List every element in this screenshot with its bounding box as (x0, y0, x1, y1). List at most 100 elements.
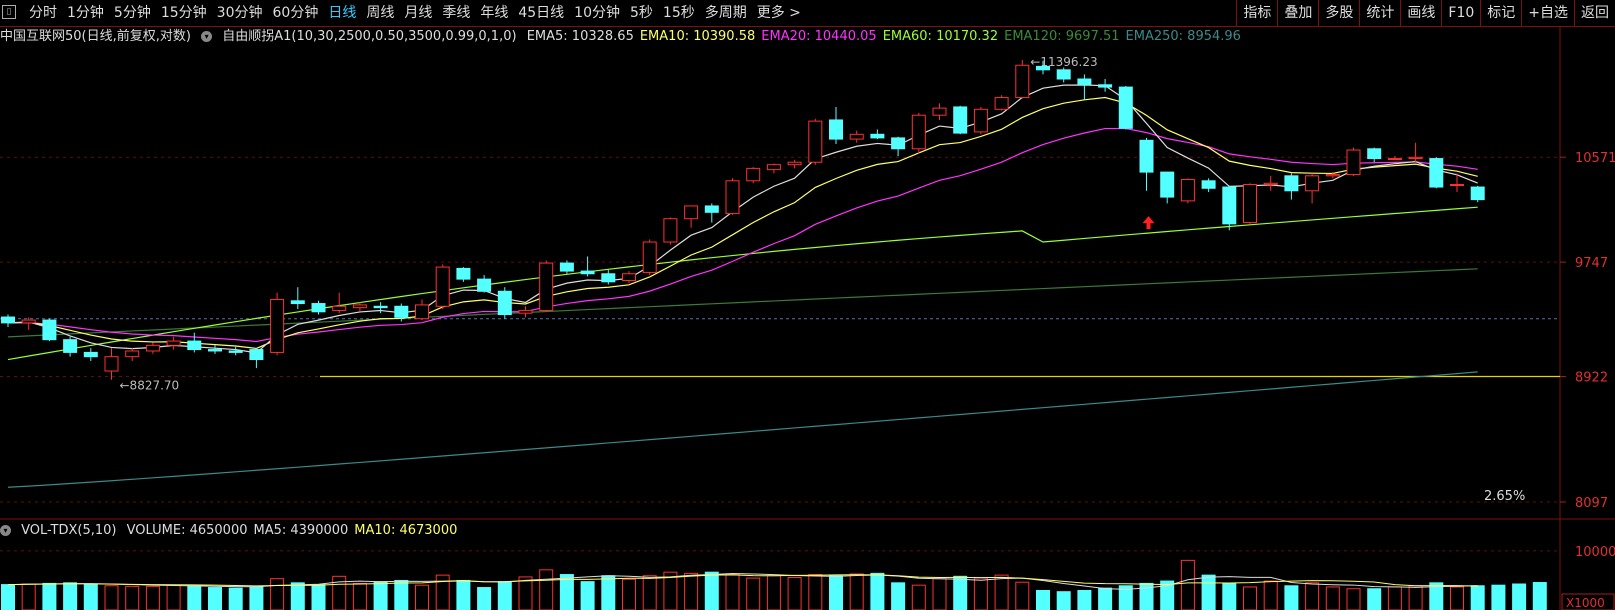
volume-bar (1263, 580, 1278, 610)
candle-body (1015, 64, 1030, 99)
candle-body (1387, 158, 1402, 161)
ema120-line (7, 268, 1478, 338)
volume-bar (1387, 586, 1402, 610)
candle-body (559, 262, 574, 272)
volume-bar (270, 578, 285, 610)
candle-body (1450, 184, 1464, 187)
candle-body (622, 273, 636, 281)
volume-bar (1036, 590, 1050, 610)
candle-body (1098, 84, 1113, 88)
volume-bar (973, 577, 988, 610)
candle-body (1160, 171, 1175, 198)
volume-tick-label: 10000 (1575, 545, 1615, 560)
candle-body (953, 106, 968, 134)
y-tick-label: 8922 (1575, 371, 1608, 386)
candle-body (394, 305, 409, 318)
volume-bar (1284, 585, 1299, 610)
volume-bar (1367, 588, 1382, 610)
volume-bar (187, 585, 202, 610)
volume-bar (994, 574, 1009, 610)
candle-body (290, 300, 305, 305)
volume-bar (104, 585, 119, 610)
volume-bar (145, 585, 160, 610)
ema10-line (7, 96, 1478, 350)
volume-bar (1408, 585, 1423, 610)
volume-bar (746, 577, 761, 610)
volume-bar (352, 582, 367, 610)
ema250-line (7, 371, 1478, 488)
candle-body (1325, 174, 1340, 177)
volume-bar (1222, 582, 1237, 610)
volume-bar (1470, 585, 1485, 610)
volume-bar (787, 577, 802, 610)
candle-body (973, 108, 988, 133)
candle-body (166, 340, 181, 346)
volume-bar (63, 582, 78, 610)
candle-body (373, 305, 388, 309)
candle-body (270, 298, 285, 353)
volume-bar (891, 582, 906, 610)
candle-body (1056, 69, 1071, 80)
volume-bar (684, 572, 699, 610)
volume-bar (642, 575, 657, 610)
candle-body (1346, 149, 1361, 176)
candle-body (435, 266, 450, 307)
candle-body (104, 356, 119, 372)
volume-bar (166, 584, 181, 610)
volume-bar (1346, 588, 1361, 610)
candle-body (83, 351, 98, 358)
volume-bar (83, 583, 98, 610)
price-chart[interactable]: 10571 9747 8922 8097 ←11396.23 ←8827.70 2.65% 1… (0, 0, 1615, 610)
candle-body (1180, 179, 1195, 202)
candle-body (518, 309, 533, 314)
volume-bar (208, 587, 222, 610)
ema20-line (7, 127, 1478, 343)
low-annotation: ←8827.70 (120, 379, 180, 393)
volume-bar (1077, 590, 1092, 610)
volume-bar (870, 572, 885, 610)
volume-bar (725, 573, 740, 610)
y-tick-label: 9747 (1575, 256, 1608, 271)
candle-body (249, 349, 264, 361)
volume-bar (1243, 586, 1257, 610)
y-tick-label: 8097 (1575, 496, 1608, 511)
volume-bar (249, 586, 264, 610)
volume-bar (1180, 559, 1195, 610)
candle-body (497, 290, 512, 316)
candle-body (1222, 186, 1237, 225)
candle-body (228, 350, 243, 353)
candle-body (746, 167, 761, 182)
candle-body (891, 137, 906, 150)
candle-body (332, 305, 347, 311)
candle-body (456, 267, 471, 280)
volume-bar (1201, 574, 1216, 610)
y-tick-label: 10571 (1575, 151, 1615, 166)
volume-bar (1325, 586, 1340, 610)
candle-body (311, 303, 326, 313)
candle-body (1367, 148, 1382, 160)
volume-bar (601, 575, 616, 610)
volume-bar (1, 584, 15, 610)
volume-bar (932, 578, 947, 610)
candle-body (766, 164, 781, 171)
candle-body (1118, 86, 1133, 129)
volume-bar (311, 584, 326, 610)
ema5-line (7, 84, 1478, 354)
candle-body (849, 133, 864, 140)
volume-bar (456, 579, 471, 610)
volume-bar (497, 581, 512, 610)
percent-label: 2.65% (1484, 489, 1525, 504)
candle-body (1408, 156, 1423, 160)
volume-bar (518, 576, 533, 610)
candle-body (704, 205, 719, 213)
candle-body (1284, 175, 1299, 192)
volume-bar (1305, 582, 1320, 610)
volume-bar (415, 584, 429, 610)
candle-body (352, 304, 367, 309)
candle-body (539, 262, 554, 311)
volume-bar (228, 587, 243, 610)
candle-body (415, 304, 429, 320)
candle-body (208, 349, 222, 352)
volume-bar (580, 581, 595, 610)
volume-bar (373, 581, 388, 610)
